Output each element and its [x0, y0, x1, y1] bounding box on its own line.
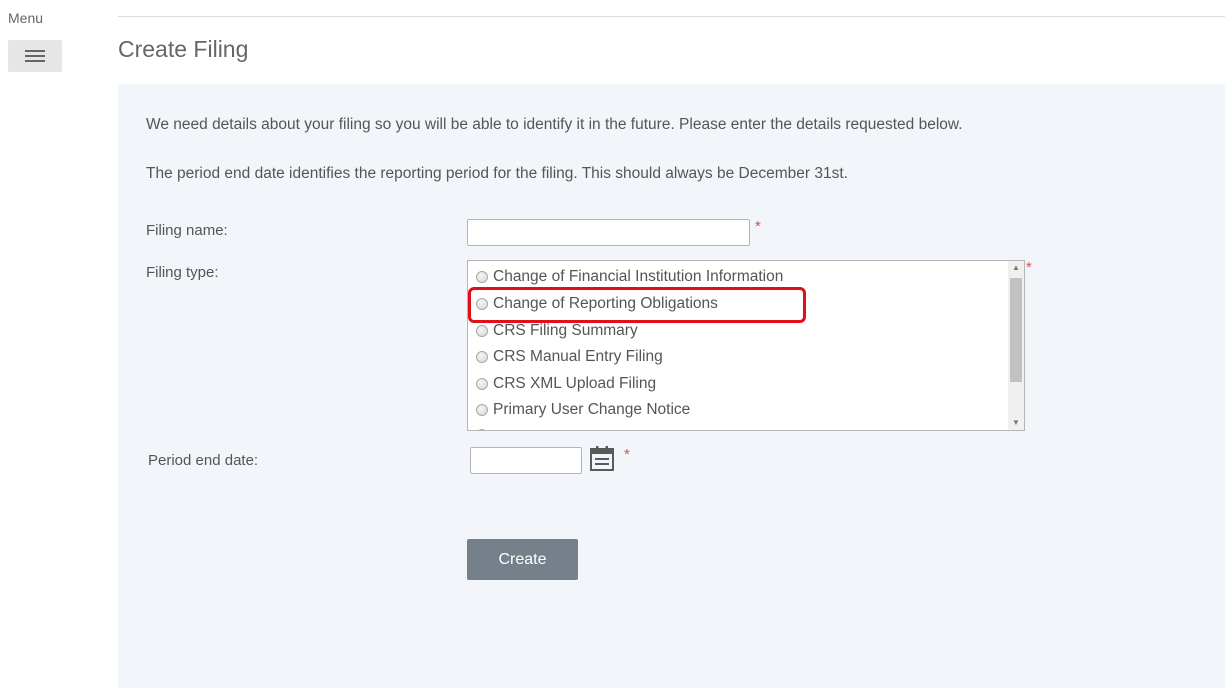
filing-name-required-mark: * [755, 218, 761, 235]
option-label: Change of Financial Institution Informat… [493, 268, 784, 285]
filing-type-option[interactable]: Primary User Change Notice [476, 399, 690, 421]
filing-type-listbox[interactable]: Change of Financial Institution Informat… [467, 260, 1025, 431]
radio-button[interactable] [476, 298, 488, 310]
filing-type-option[interactable]: CRS XML Upload Filing [476, 373, 656, 395]
scroll-thumb[interactable] [1010, 278, 1022, 382]
period-end-date-required-mark: * [624, 446, 630, 463]
filing-type-option-partial[interactable] [476, 424, 493, 430]
filing-name-input[interactable] [467, 219, 750, 246]
period-end-date-input[interactable] [470, 447, 582, 474]
menu-label: Menu [8, 10, 44, 26]
radio-button[interactable] [476, 429, 488, 430]
listbox-scrollbar[interactable]: ▲ ▼ [1008, 261, 1024, 430]
option-label: CRS XML Upload Filing [493, 375, 657, 392]
option-label: Primary User Change Notice [493, 401, 691, 418]
page-title: Create Filing [118, 36, 249, 62]
radio-button[interactable] [476, 404, 488, 416]
hamburger-icon [25, 50, 45, 52]
calendar-icon[interactable] [589, 444, 615, 472]
filing-type-option[interactable]: Change of Financial Institution Informat… [476, 266, 783, 288]
intro-text-1: We need details about your filing so you… [146, 116, 963, 133]
intro-text-2: The period end date identifies the repor… [146, 165, 848, 182]
scroll-down-arrow-icon[interactable]: ▼ [1008, 416, 1024, 430]
hamburger-icon-bar [25, 55, 45, 57]
radio-button[interactable] [476, 378, 488, 390]
option-label: Change of Reporting Obligations [493, 295, 718, 312]
create-button[interactable]: Create [467, 539, 578, 580]
menu-button[interactable] [8, 40, 62, 72]
header-divider [118, 16, 1225, 17]
filing-type-required-mark: * [1026, 259, 1032, 276]
period-end-date-label: Period end date: [148, 452, 259, 469]
option-label: CRS Filing Summary [493, 322, 638, 339]
filing-type-label: Filing type: [146, 264, 219, 281]
option-label: CRS Manual Entry Filing [493, 348, 663, 365]
filing-type-option[interactable]: CRS Manual Entry Filing [476, 346, 663, 368]
filing-name-label: Filing name: [146, 222, 228, 239]
radio-button[interactable] [476, 351, 488, 363]
filing-type-option[interactable]: Change of Reporting Obligations [476, 293, 718, 315]
hamburger-icon-bar [25, 60, 45, 62]
filing-type-option[interactable]: CRS Filing Summary [476, 320, 638, 342]
scroll-up-arrow-icon[interactable]: ▲ [1008, 261, 1024, 275]
radio-button[interactable] [476, 271, 488, 283]
radio-button[interactable] [476, 325, 488, 337]
